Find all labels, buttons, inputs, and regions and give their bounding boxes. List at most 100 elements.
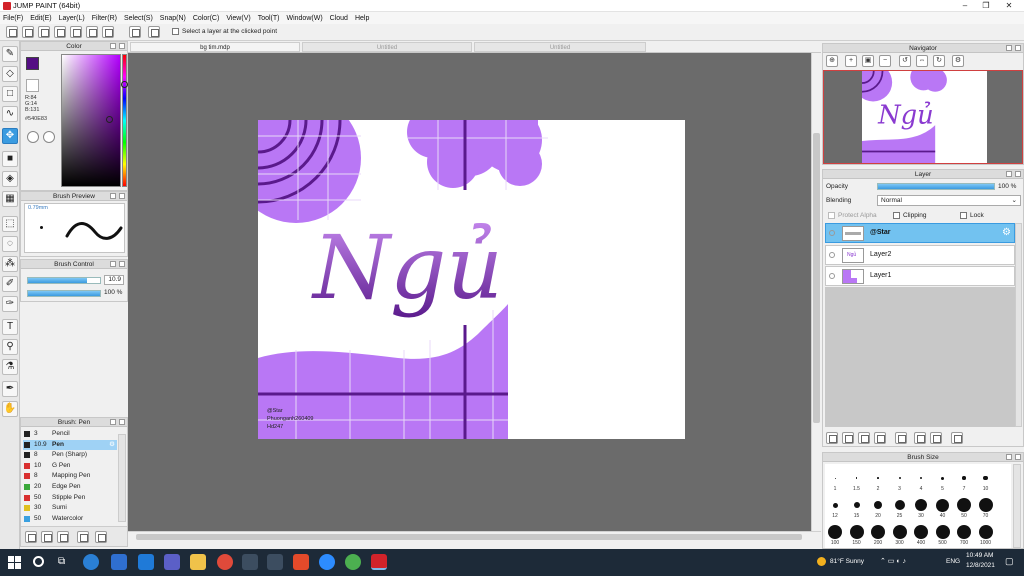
brush-size-dot[interactable] bbox=[941, 476, 944, 480]
menu-filter[interactable]: Filter(R) bbox=[92, 15, 117, 22]
app-icon-blue[interactable] bbox=[138, 554, 154, 570]
brush-item[interactable]: 20 Edge Pen bbox=[23, 482, 117, 492]
bucket-tool-icon[interactable]: ◈ bbox=[2, 171, 18, 187]
visibility-eye-icon[interactable] bbox=[829, 230, 835, 236]
panel-icon[interactable] bbox=[102, 26, 114, 38]
new-file-icon[interactable] bbox=[6, 26, 18, 38]
redo-icon[interactable] bbox=[148, 26, 160, 38]
hue-knob[interactable] bbox=[121, 81, 128, 88]
brush-item[interactable]: 3 Pencil bbox=[23, 429, 117, 439]
zoom-icon[interactable] bbox=[319, 554, 335, 570]
brush-size-dot[interactable] bbox=[978, 498, 993, 512]
brush-item[interactable]: 30 Sumi bbox=[23, 503, 117, 513]
app-icon-red[interactable] bbox=[293, 554, 309, 570]
save-icon[interactable] bbox=[38, 26, 50, 38]
system-tray-icons[interactable]: ⌃ ▭ ◐ ♪ bbox=[880, 557, 906, 565]
select-eraser-icon[interactable]: ✑ bbox=[2, 296, 18, 312]
panel-close-icon[interactable] bbox=[119, 193, 125, 199]
clock-date[interactable]: 12/8/2021 bbox=[966, 562, 995, 569]
text-tool-icon[interactable]: T bbox=[2, 319, 18, 335]
panel-close-icon[interactable] bbox=[1015, 454, 1021, 460]
brush-menu-icon[interactable] bbox=[57, 531, 69, 543]
panel-close-icon[interactable] bbox=[119, 419, 125, 425]
layer-row-layer2[interactable]: Ngủ Layer2 bbox=[825, 245, 1015, 265]
brush-item[interactable]: 10 G Pen bbox=[23, 461, 117, 471]
horizontal-scroll-thumb[interactable] bbox=[136, 534, 802, 540]
wand-tool-icon[interactable]: ⁂ bbox=[2, 256, 18, 272]
select-layer-checkbox[interactable] bbox=[172, 28, 179, 35]
brush-size-dot[interactable] bbox=[828, 525, 842, 539]
panel-float-icon[interactable] bbox=[1006, 171, 1012, 177]
lasso-tool-icon[interactable]: ◌ bbox=[2, 236, 18, 252]
menu-help[interactable]: Help bbox=[355, 15, 369, 22]
brush-size-dot[interactable] bbox=[957, 498, 971, 512]
brush-size-dot[interactable] bbox=[915, 499, 927, 511]
dropper-tool-icon[interactable]: ⚗ bbox=[2, 359, 18, 375]
visibility-eye-icon[interactable] bbox=[829, 273, 835, 279]
hand-tool-icon[interactable]: ✋ bbox=[2, 401, 18, 417]
clock-time[interactable]: 10:49 AM bbox=[966, 552, 993, 559]
chrome-icon[interactable] bbox=[217, 554, 233, 570]
brush-size-dot[interactable] bbox=[983, 475, 988, 481]
tab-bg-tim[interactable]: bg tim.mdp bbox=[130, 42, 300, 52]
brush-copy-icon[interactable] bbox=[41, 531, 53, 543]
grid-icon[interactable] bbox=[86, 26, 98, 38]
comment-icon[interactable] bbox=[54, 26, 66, 38]
edge-browser-icon[interactable] bbox=[83, 554, 99, 570]
menu-color[interactable]: Color(C) bbox=[193, 15, 219, 22]
teams-icon[interactable] bbox=[164, 554, 180, 570]
menu-cloud[interactable]: Cloud bbox=[330, 15, 348, 22]
brush-opacity-slider[interactable] bbox=[27, 290, 101, 297]
brush-size-dot[interactable] bbox=[935, 525, 950, 539]
zoom-100-icon[interactable]: ▣ bbox=[862, 55, 874, 67]
panel-float-icon[interactable] bbox=[110, 43, 116, 49]
new-folder-icon[interactable] bbox=[895, 432, 907, 444]
menu-window[interactable]: Window(W) bbox=[286, 15, 322, 22]
curve-tool-icon[interactable]: ∿ bbox=[2, 106, 18, 122]
brush-list-scrollbar[interactable] bbox=[118, 434, 126, 522]
zoom-out-icon[interactable]: − bbox=[879, 55, 891, 67]
color-wheel-icon[interactable] bbox=[27, 131, 39, 143]
language-indicator[interactable]: ENG bbox=[946, 558, 960, 565]
brush-size-dot[interactable] bbox=[914, 525, 928, 539]
jump-paint-taskbar-icon[interactable] bbox=[371, 554, 387, 570]
brush-size-dot[interactable] bbox=[898, 477, 901, 479]
word-icon[interactable] bbox=[111, 554, 127, 570]
menu-edit[interactable]: Edit(E) bbox=[30, 15, 51, 22]
windows-start-icon[interactable] bbox=[8, 556, 21, 569]
page-icon[interactable] bbox=[70, 26, 82, 38]
saturation-value-picker[interactable] bbox=[61, 54, 121, 187]
layer-list-scrollbar[interactable] bbox=[1015, 223, 1022, 427]
brush-size-dot[interactable] bbox=[877, 477, 879, 479]
main-color-swatch[interactable] bbox=[26, 57, 39, 70]
menu-snap[interactable]: Snap(N) bbox=[160, 15, 186, 22]
brush-size-dot[interactable] bbox=[894, 500, 905, 510]
panel-close-icon[interactable] bbox=[1015, 171, 1021, 177]
duplicate-layer-icon[interactable] bbox=[914, 432, 926, 444]
transparent-color-swatch[interactable] bbox=[26, 79, 39, 92]
brush-size-dot[interactable] bbox=[853, 502, 860, 508]
brush-size-slider[interactable] bbox=[27, 277, 101, 284]
brush-size-value[interactable]: 10.9 bbox=[104, 275, 124, 285]
brush-item[interactable]: 10.9 Pen ⚙ bbox=[23, 439, 117, 450]
brush-size-dot[interactable] bbox=[978, 525, 993, 539]
eyedropper-icon[interactable]: ✒ bbox=[2, 381, 18, 397]
panel-close-icon[interactable] bbox=[1015, 45, 1021, 51]
vertical-scrollbar[interactable] bbox=[811, 53, 821, 531]
rotate-right-icon[interactable]: ↻ bbox=[933, 55, 945, 67]
notification-icon[interactable]: ▢ bbox=[1005, 556, 1014, 567]
hue-slider[interactable] bbox=[121, 54, 128, 187]
new-layer-icon[interactable] bbox=[826, 432, 838, 444]
brush-tool-icon[interactable]: ✎ bbox=[2, 46, 18, 62]
layer-row-star[interactable]: @Star ⚙ bbox=[825, 223, 1015, 243]
brush-size-dot[interactable] bbox=[855, 477, 858, 479]
tab-untitled-2[interactable]: Untitled bbox=[474, 42, 646, 52]
menu-tool[interactable]: Tool(T) bbox=[258, 15, 280, 22]
fill-rect-icon[interactable]: ■ bbox=[2, 151, 18, 167]
protect-alpha-checkbox[interactable] bbox=[828, 212, 835, 219]
menu-select[interactable]: Select(S) bbox=[124, 15, 153, 22]
eraser-tool-icon[interactable]: ◇ bbox=[2, 66, 18, 82]
maximize-button[interactable]: ❐ bbox=[976, 0, 996, 12]
brush-delete-icon[interactable] bbox=[77, 531, 89, 543]
brush-size-dot[interactable] bbox=[874, 501, 882, 509]
